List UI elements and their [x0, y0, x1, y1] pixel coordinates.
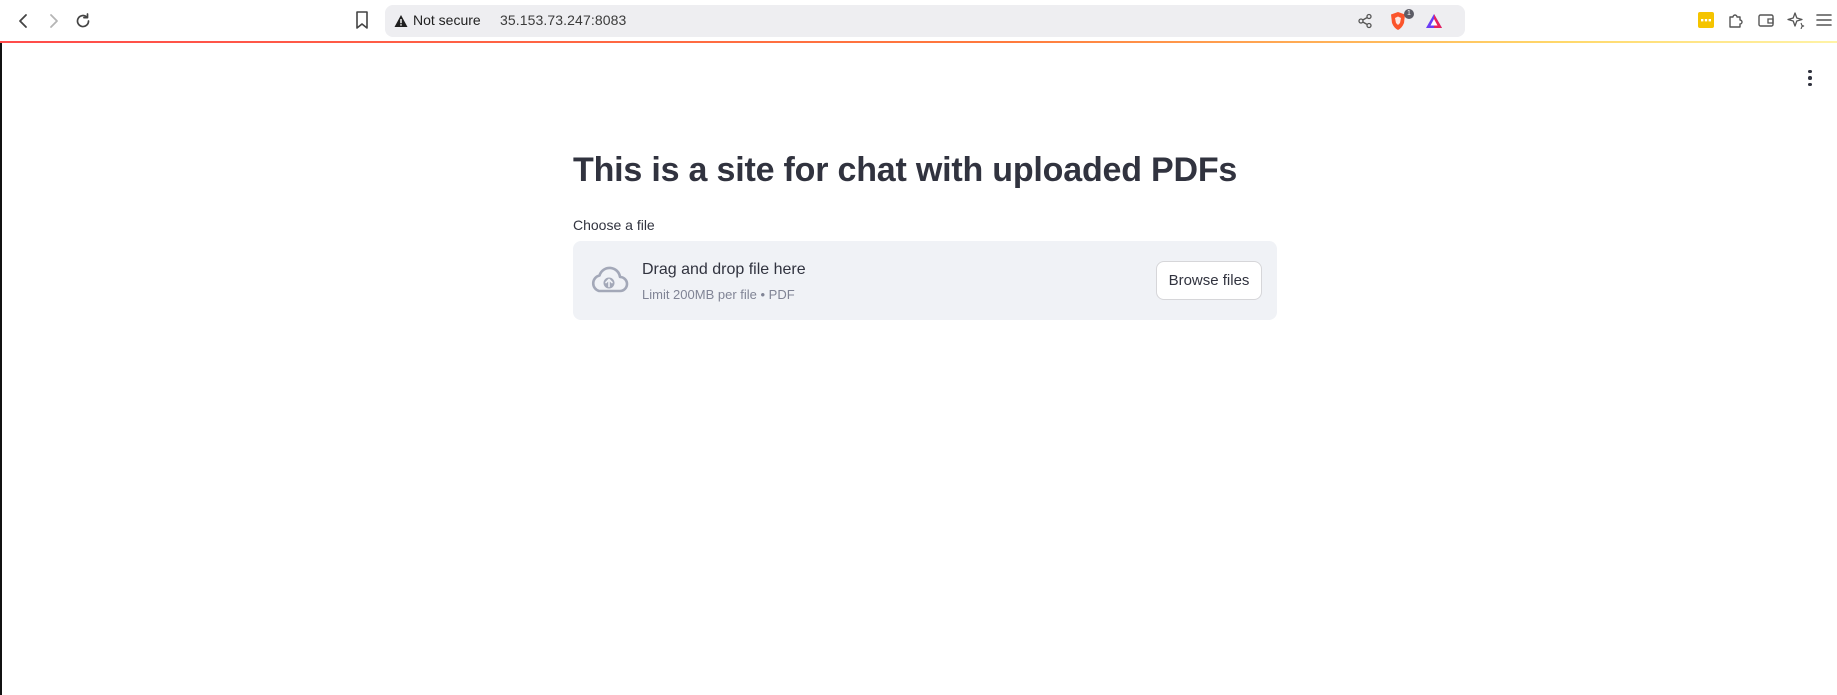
window-edge: [0, 43, 2, 695]
extension-yellow-icon[interactable]: [1697, 11, 1715, 29]
reload-icon[interactable]: [71, 9, 95, 33]
shield-count-badge: 1: [1404, 9, 1414, 19]
security-label[interactable]: Not secure: [413, 12, 481, 28]
url-text[interactable]: 35.153.73.247:8083: [500, 12, 626, 28]
bookmark-icon[interactable]: [353, 10, 371, 30]
puzzle-icon[interactable]: [1727, 11, 1745, 29]
dropzone-limit: Limit 200MB per file • PDF: [642, 287, 795, 302]
wallet-icon[interactable]: [1757, 11, 1775, 29]
dropzone-instruction: Drag and drop file here: [642, 261, 806, 278]
file-uploader-label: Choose a file: [573, 217, 655, 233]
kebab-menu-icon[interactable]: [1800, 67, 1820, 89]
browser-toolbar: Not secure 35.153.73.247:8083 1: [0, 0, 1837, 41]
leo-ai-icon[interactable]: [1787, 11, 1805, 29]
top-accent-line: [0, 41, 1837, 43]
address-bar[interactable]: Not secure 35.153.73.247:8083 1: [385, 5, 1465, 37]
page-title: This is a site for chat with uploaded PD…: [573, 151, 1238, 189]
back-arrow-icon[interactable]: [12, 9, 36, 33]
forward-arrow-icon[interactable]: [41, 9, 65, 33]
share-icon[interactable]: [1357, 13, 1373, 29]
warning-icon[interactable]: [394, 14, 408, 28]
cloud-upload-icon: [591, 266, 629, 293]
hamburger-menu-icon[interactable]: [1815, 11, 1833, 29]
brave-rewards-icon[interactable]: [1425, 13, 1443, 29]
browse-files-button[interactable]: Browse files: [1156, 261, 1262, 300]
file-dropzone[interactable]: Drag and drop file here Limit 200MB per …: [573, 241, 1277, 320]
